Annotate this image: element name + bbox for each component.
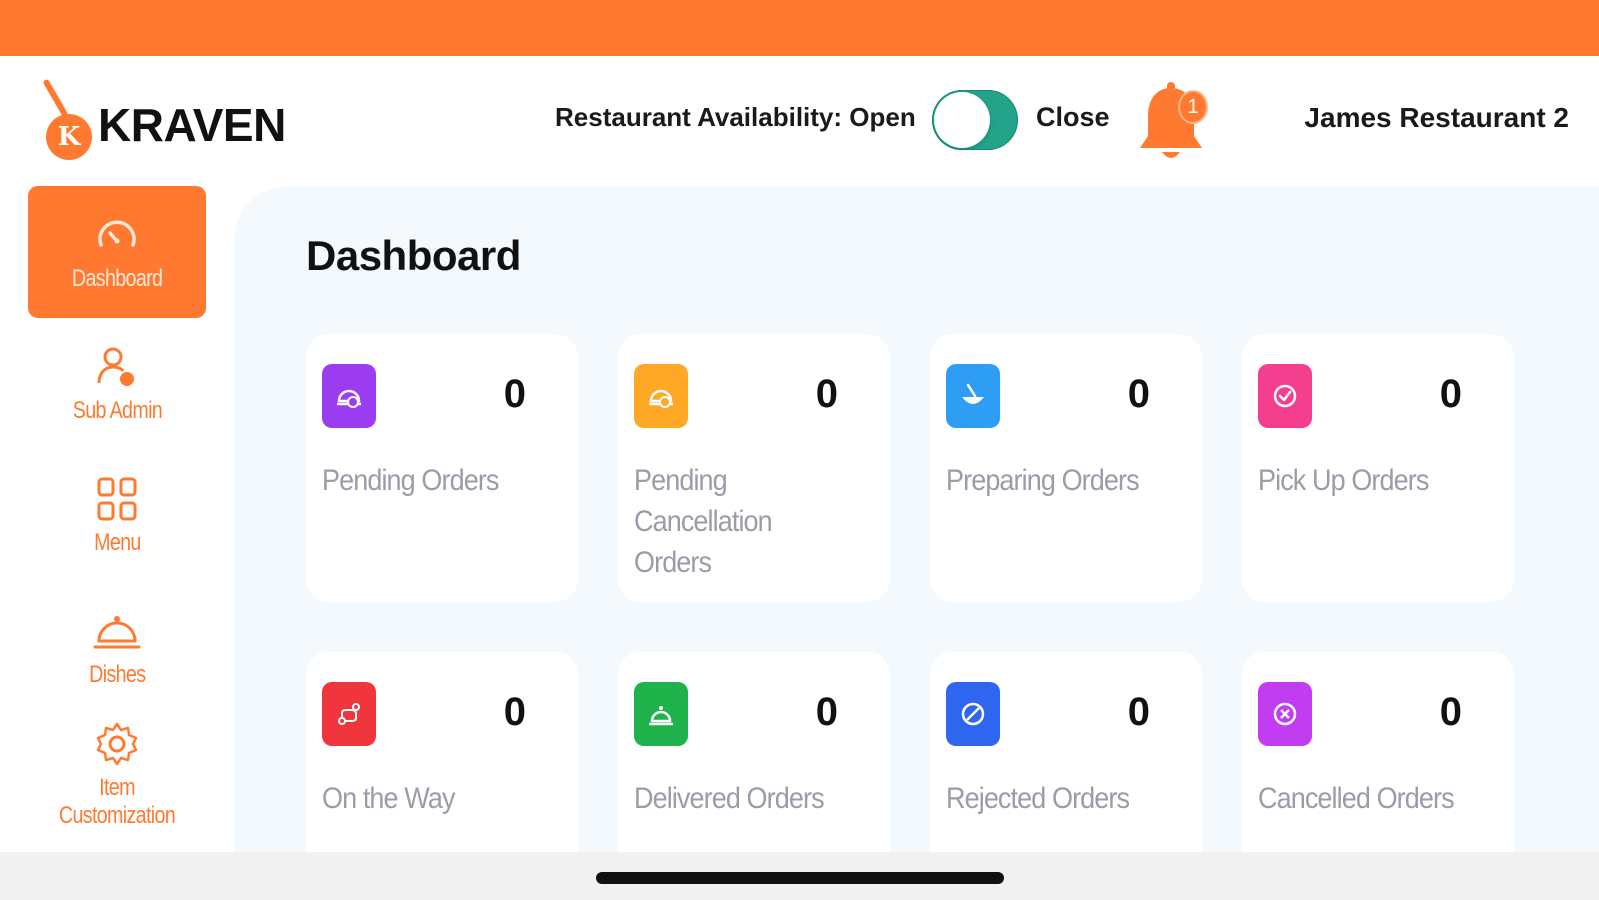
sidebar-item-sub-admin[interactable]: Sub Admin: [28, 318, 206, 450]
home-indicator-area: [0, 852, 1599, 900]
stat-label: Pending Cancellation Orders: [634, 464, 773, 579]
stat-label: Delivered Orders: [634, 782, 825, 815]
cloche-icon: [93, 616, 141, 649]
sidebar-item-label: Dashboard: [71, 265, 163, 293]
pickup-check-icon: [1258, 364, 1312, 428]
close-label: Close: [1036, 102, 1110, 132]
stat-card-pick-up-orders[interactable]: 0 Pick Up Orders: [1242, 334, 1514, 602]
stat-label: Rejected Orders: [946, 782, 1130, 815]
stat-count: 0: [1439, 372, 1462, 416]
cancelled-icon: [1258, 682, 1312, 746]
gear-icon: [96, 722, 138, 766]
main-content: Dashboard 0 Pending Orders 0 Pending Can…: [234, 186, 1599, 852]
brand-logo[interactable]: K KRAVEN: [36, 78, 286, 162]
stat-count: 0: [815, 372, 838, 416]
notification-badge: 1: [1178, 90, 1208, 124]
sidebar-item-dishes[interactable]: Dishes: [28, 582, 206, 714]
sidebar-item-menu[interactable]: Menu: [28, 450, 206, 582]
stat-label: Preparing Orders: [946, 464, 1140, 497]
status-bar: [0, 0, 1599, 56]
user-gear-icon: [97, 347, 134, 387]
logo-letter: K: [46, 114, 92, 160]
delivered-icon: [634, 682, 688, 746]
notification-bell-button[interactable]: 1: [1136, 80, 1216, 170]
stat-card-pending-cancellation-orders[interactable]: 0 Pending Cancellation Orders: [618, 334, 890, 602]
page-title: Dashboard: [306, 232, 521, 279]
sidebar-item-item-customization[interactable]: Item Customization: [28, 714, 206, 846]
availability-label: Restaurant Availability: Open: [555, 102, 916, 132]
stat-count: 0: [503, 690, 526, 734]
speedometer-icon: [98, 220, 136, 247]
stat-label: Pending Orders: [322, 464, 499, 497]
logo-mark-icon: K: [36, 78, 96, 162]
sidebar-item-label: Sub Admin: [72, 397, 162, 425]
restaurant-name[interactable]: James Restaurant 2: [1304, 102, 1569, 134]
top-header: K KRAVEN Restaurant Availability: Open C…: [0, 56, 1599, 184]
availability-toggle[interactable]: [932, 90, 1018, 150]
route-icon: [322, 682, 376, 746]
stat-card-pending-orders[interactable]: 0 Pending Orders: [306, 334, 578, 602]
stat-card-preparing-orders[interactable]: 0 Preparing Orders: [930, 334, 1202, 602]
stat-card-cancelled-orders[interactable]: 0 Cancelled Orders: [1242, 652, 1514, 852]
stat-card-rejected-orders[interactable]: 0 Rejected Orders: [930, 652, 1202, 852]
pending-orders-icon: [322, 364, 376, 428]
home-indicator[interactable]: [596, 872, 1004, 884]
grid-icon: [97, 477, 137, 521]
sidebar-item-dashboard[interactable]: Dashboard: [28, 186, 206, 318]
stat-card-delivered-orders[interactable]: 0 Delivered Orders: [618, 652, 890, 852]
preparing-orders-icon: [946, 364, 1000, 428]
stat-count: 0: [1127, 372, 1150, 416]
sidebar-item-label: Item Customization: [58, 774, 176, 829]
sidebar: Dashboard Sub Admin Menu Dishes Item Cus…: [0, 184, 236, 852]
stat-label: Pick Up Orders: [1258, 464, 1429, 497]
brand-name: KRAVEN: [98, 99, 286, 151]
rejected-icon: [946, 682, 1000, 746]
stat-card-on-the-way[interactable]: 0 On the Way: [306, 652, 578, 852]
sidebar-item-label: Dishes: [88, 661, 146, 689]
stat-count: 0: [503, 372, 526, 416]
stat-label: On the Way: [322, 782, 455, 815]
sidebar-item-label: Menu: [93, 529, 141, 557]
stat-count: 0: [1439, 690, 1462, 734]
toggle-knob: [934, 92, 990, 148]
stat-count: 0: [815, 690, 838, 734]
stat-count: 0: [1127, 690, 1150, 734]
pending-cancellation-icon: [634, 364, 688, 428]
stat-label: Cancelled Orders: [1258, 782, 1455, 815]
